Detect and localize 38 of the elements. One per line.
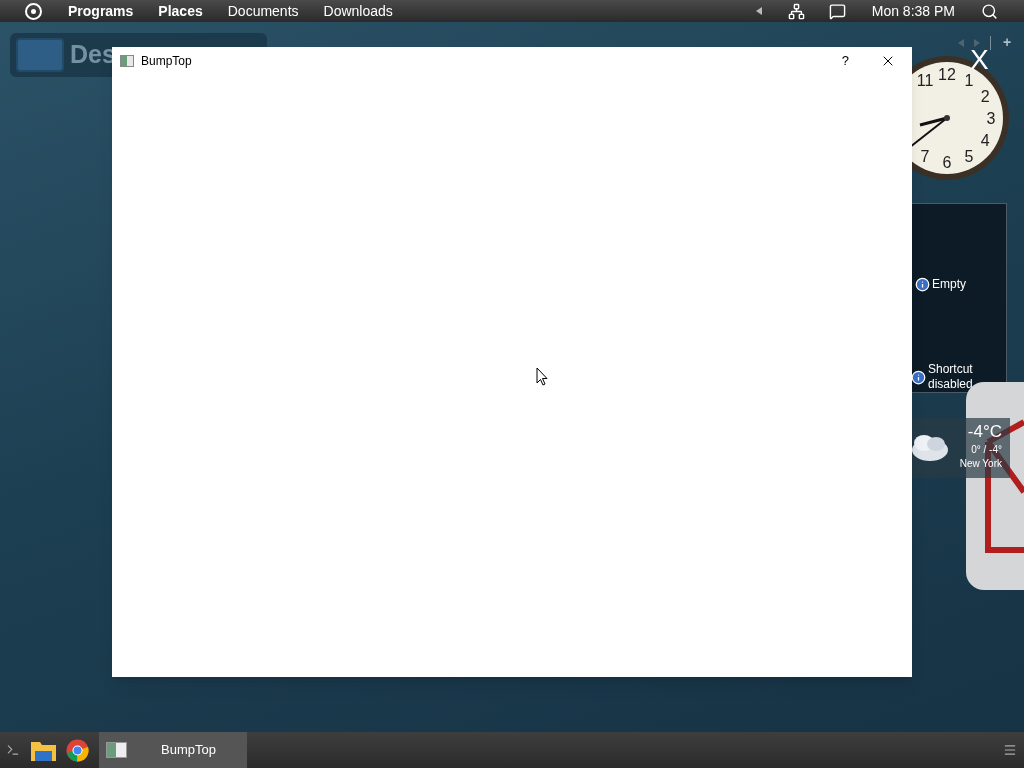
app-icon <box>106 742 127 758</box>
help-button[interactable]: ? <box>841 51 849 71</box>
folder-icon[interactable] <box>31 739 56 761</box>
clock-numeral: 1 <box>964 71 974 89</box>
info-icon <box>915 277 930 292</box>
desktop-icon <box>16 38 64 72</box>
clock-numeral: 4 <box>980 132 990 149</box>
search-icon[interactable] <box>981 2 998 20</box>
clock-numeral: 7 <box>920 148 930 166</box>
start-icon[interactable] <box>25 2 42 20</box>
close-gadget-button[interactable]: X <box>970 46 989 74</box>
clock-numeral: 5 <box>964 148 974 166</box>
clock-numeral: 6 <box>942 154 952 171</box>
menu-icon[interactable] <box>1003 743 1017 757</box>
add-button[interactable]: + <box>1003 32 1012 53</box>
menu-item[interactable]: Downloads <box>323 0 393 22</box>
menu-item[interactable]: Documents <box>227 0 299 22</box>
browser-icon[interactable] <box>66 738 89 762</box>
clock-text[interactable]: Mon 8:38 PM <box>871 0 955 22</box>
clock-numeral: 2 <box>980 88 990 105</box>
mouse-pointer-icon <box>536 367 548 386</box>
temperature-text: -4°C <box>967 423 1002 440</box>
terminal-icon[interactable] <box>6 743 20 757</box>
window-title: BumpTop <box>141 53 192 70</box>
message-icon[interactable] <box>828 2 846 20</box>
clock-numeral: 11 <box>916 71 934 89</box>
taskbar-button[interactable]: BumpTop <box>99 732 247 768</box>
menu-item[interactable]: Places <box>158 0 203 22</box>
city-text: New York <box>959 459 1002 469</box>
clock-numeral: 3 <box>986 110 996 127</box>
app-icon <box>120 55 134 67</box>
arrow-left-icon[interactable] <box>755 7 762 15</box>
info-text: Empty <box>932 277 967 292</box>
clock-numeral: 12 <box>938 66 956 83</box>
network-icon[interactable] <box>787 2 805 20</box>
info-text: Shortcut disabled <box>928 362 974 392</box>
menu-item[interactable]: Programs <box>68 0 134 22</box>
temperature-range-text: 0° / -4° <box>971 445 1002 455</box>
